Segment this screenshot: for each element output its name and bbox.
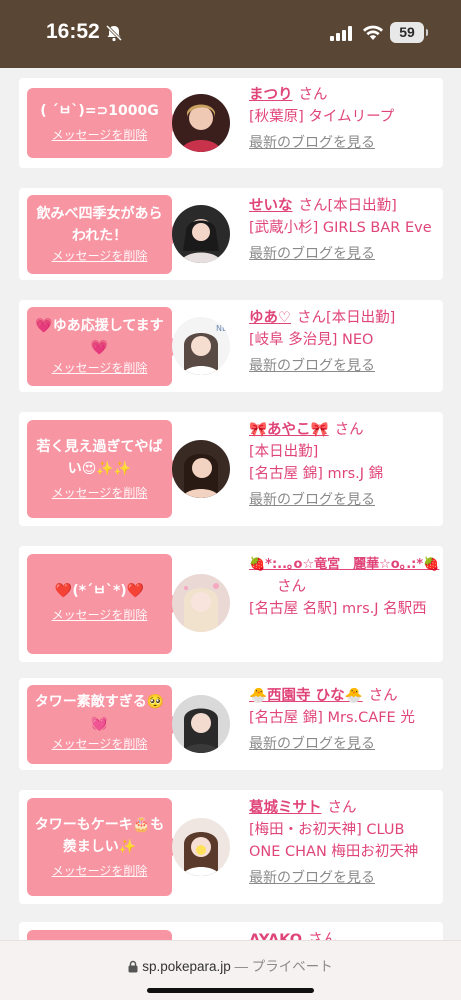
blog-link[interactable]: 最新のブログを見る [249,867,443,889]
honorific: さん [298,87,328,103]
delete-message-link[interactable]: メッセージを削除 [31,862,168,880]
avatar[interactable] [172,440,230,498]
svg-text:NEO: NEO [216,324,230,333]
blog-link[interactable]: 最新のブログを見る [249,733,443,755]
honorific: さん [277,579,306,595]
message-bubble: 若く見え過ぎてやばい😍✨✨ メッセージを削除 [27,420,183,518]
message-text: タワーもケーキ🎂も羨ましい✨ [34,817,165,855]
message-card: ❤️(*´ㅂ`*)❤️ メッセージを削除 🍓*:..｡o☆竜宮 麗華☆o｡.:*… [19,546,443,662]
cast-info: まつり さん [秋葉原] タイムリープ 最新のブログを見る [249,84,443,154]
delete-message-link[interactable]: メッセージを削除 [31,126,168,144]
cast-info: 🐣西園寺 ひな🐣 さん [名古屋 錦] Mrs.CAFE 光 最新のブログを見る [249,685,443,755]
message-card: ( ´ㅂ`)=⊃1000G メッセージを削除 まつり さん [秋葉原] タイムリー… [19,78,443,168]
message-text: タワー素敵すぎる🥺💓 [34,694,165,732]
attendance-badge: [本日出勤] [327,198,397,214]
message-bubble: ( ´ㅂ`)=⊃1000G メッセージを削除 [27,88,183,158]
cast-shop: [名古屋 錦] mrs.J 錦 [249,466,384,482]
message-text: 飲みべ四季女があらわれた！ [36,206,163,244]
message-text: 若く見え過ぎてやばい😍✨✨ [36,439,163,477]
honorific: さん [298,198,328,214]
message-text: 💗ゆあ応援してます💗 [35,318,164,356]
delete-message-link[interactable]: メッセージを削除 [31,606,168,624]
cast-shop: [岐阜 多治見] NEO [249,332,374,348]
avatar[interactable] [172,574,230,632]
message-bubble: タワーもケーキ🎂も羨ましい✨ メッセージを削除 [27,798,183,896]
lock-icon [128,960,138,976]
delete-message-link[interactable]: メッセージを削除 [31,359,168,377]
bell-slash-icon [105,24,123,46]
attendance-badge: [本日出勤] [326,310,396,326]
message-bubble: 飲みべ四季女があらわれた！ メッセージを削除 [27,195,183,274]
message-card: 💗ゆあ応援してます💗 メッセージを削除 NEO ゆあ♡ さん[本日出勤] [岐阜 … [19,300,443,392]
cast-shop-2: ONE CHAN 梅田お初天神 [249,844,419,860]
browser-address-bar[interactable]: sp.pokepara.jp — プライベート [0,940,461,1000]
cast-shop: [秋葉原] タイムリープ [249,109,395,125]
cast-shop: [名古屋 錦] Mrs.CAFE 光 [249,710,415,726]
cast-shop: [武蔵小杉] GIRLS BAR Eve [249,220,432,236]
cast-name-link[interactable]: ゆあ♡ [249,310,291,326]
avatar[interactable] [172,818,230,876]
cast-name-link[interactable]: せいな [249,198,293,214]
honorific: さん [368,688,398,704]
blog-link[interactable]: 最新のブログを見る [249,355,443,377]
cast-info: 葛城ミサト さん [梅田・お初天神] CLUB ONE CHAN 梅田お初天神 最… [249,797,443,889]
cast-name-link[interactable]: 🎀あやこ🎀 [249,422,329,438]
message-card: タワーもケーキ🎂も羨ましい✨ メッセージを削除 葛城ミサト さん [梅田・お初天神… [19,790,443,904]
url-display[interactable]: sp.pokepara.jp — プライベート [0,955,461,976]
message-bubble: ❤️(*´ㅂ`*)❤️ メッセージを削除 [27,554,183,654]
honorific: さん [297,310,326,326]
home-indicator[interactable] [147,988,314,993]
delete-message-link[interactable]: メッセージを削除 [31,735,168,753]
private-mode-label: プライベート [251,959,333,974]
cast-info: ゆあ♡ さん[本日出勤] [岐阜 多治見] NEO 最新のブログを見る [249,307,443,377]
cast-shop: [梅田・お初天神] CLUB [249,822,405,838]
message-card: タワー素敵すぎる🥺💓 メッセージを削除 🐣西園寺 ひな🐣 さん [名古屋 錦] M… [19,678,443,770]
attendance-badge: [本日出勤] [249,444,319,460]
message-text: ❤️(*´ㅂ`*)❤️ [54,583,145,599]
cast-info: せいな さん[本日出勤] [武蔵小杉] GIRLS BAR Eve 最新のブログを… [249,195,443,265]
message-card: 飲みべ四季女があらわれた！ メッセージを削除 せいな さん[本日出勤] [武蔵小杉… [19,188,443,280]
cast-shop: [名古屋 名駅] mrs.J 名駅西 [249,601,427,617]
delete-message-link[interactable]: メッセージを削除 [31,484,168,502]
cast-name-link[interactable]: 🐣西園寺 ひな🐣 [249,688,363,704]
wifi-icon [362,24,384,45]
status-time: 16:52 [46,20,100,43]
avatar[interactable] [172,205,230,263]
cast-name-link[interactable]: 🍓*:..｡o☆竜宮 麗華☆o｡.:*🍓 [249,557,439,572]
message-text: ( ´ㅂ`)=⊃1000G [40,103,159,119]
battery-indicator: 59 [390,22,428,43]
blog-link[interactable]: 最新のブログを見る [249,132,443,154]
message-card: 若く見え過ぎてやばい😍✨✨ メッセージを削除 🎀あやこ🎀 さん [本日出勤] [名… [19,412,443,526]
message-bubble: タワー素敵すぎる🥺💓 メッセージを削除 [27,685,183,764]
honorific: さん [334,422,364,438]
cast-info: 🎀あやこ🎀 さん [本日出勤] [名古屋 錦] mrs.J 錦 最新のブログを見る [249,419,443,511]
message-bubble: 💗ゆあ応援してます💗 メッセージを削除 [27,307,183,386]
status-bar: 16:52 59 [0,0,461,68]
url-separator: — [230,959,252,974]
cast-name-link[interactable]: 葛城ミサト [249,800,322,816]
avatar[interactable] [172,94,230,152]
delete-message-link[interactable]: メッセージを削除 [31,247,168,265]
signal-icon [330,26,354,45]
avatar[interactable]: NEO [172,317,230,375]
honorific: さん [327,800,357,816]
cast-info: 🍓*:..｡o☆竜宮 麗華☆o｡.:*🍓 さん [名古屋 名駅] mrs.J 名… [249,553,443,620]
blog-link[interactable]: 最新のブログを見る [249,489,443,511]
avatar[interactable] [172,695,230,753]
url-text: sp.pokepara.jp [142,959,231,974]
blog-link[interactable]: 最新のブログを見る [249,243,443,265]
cast-name-link[interactable]: まつり [249,87,293,103]
